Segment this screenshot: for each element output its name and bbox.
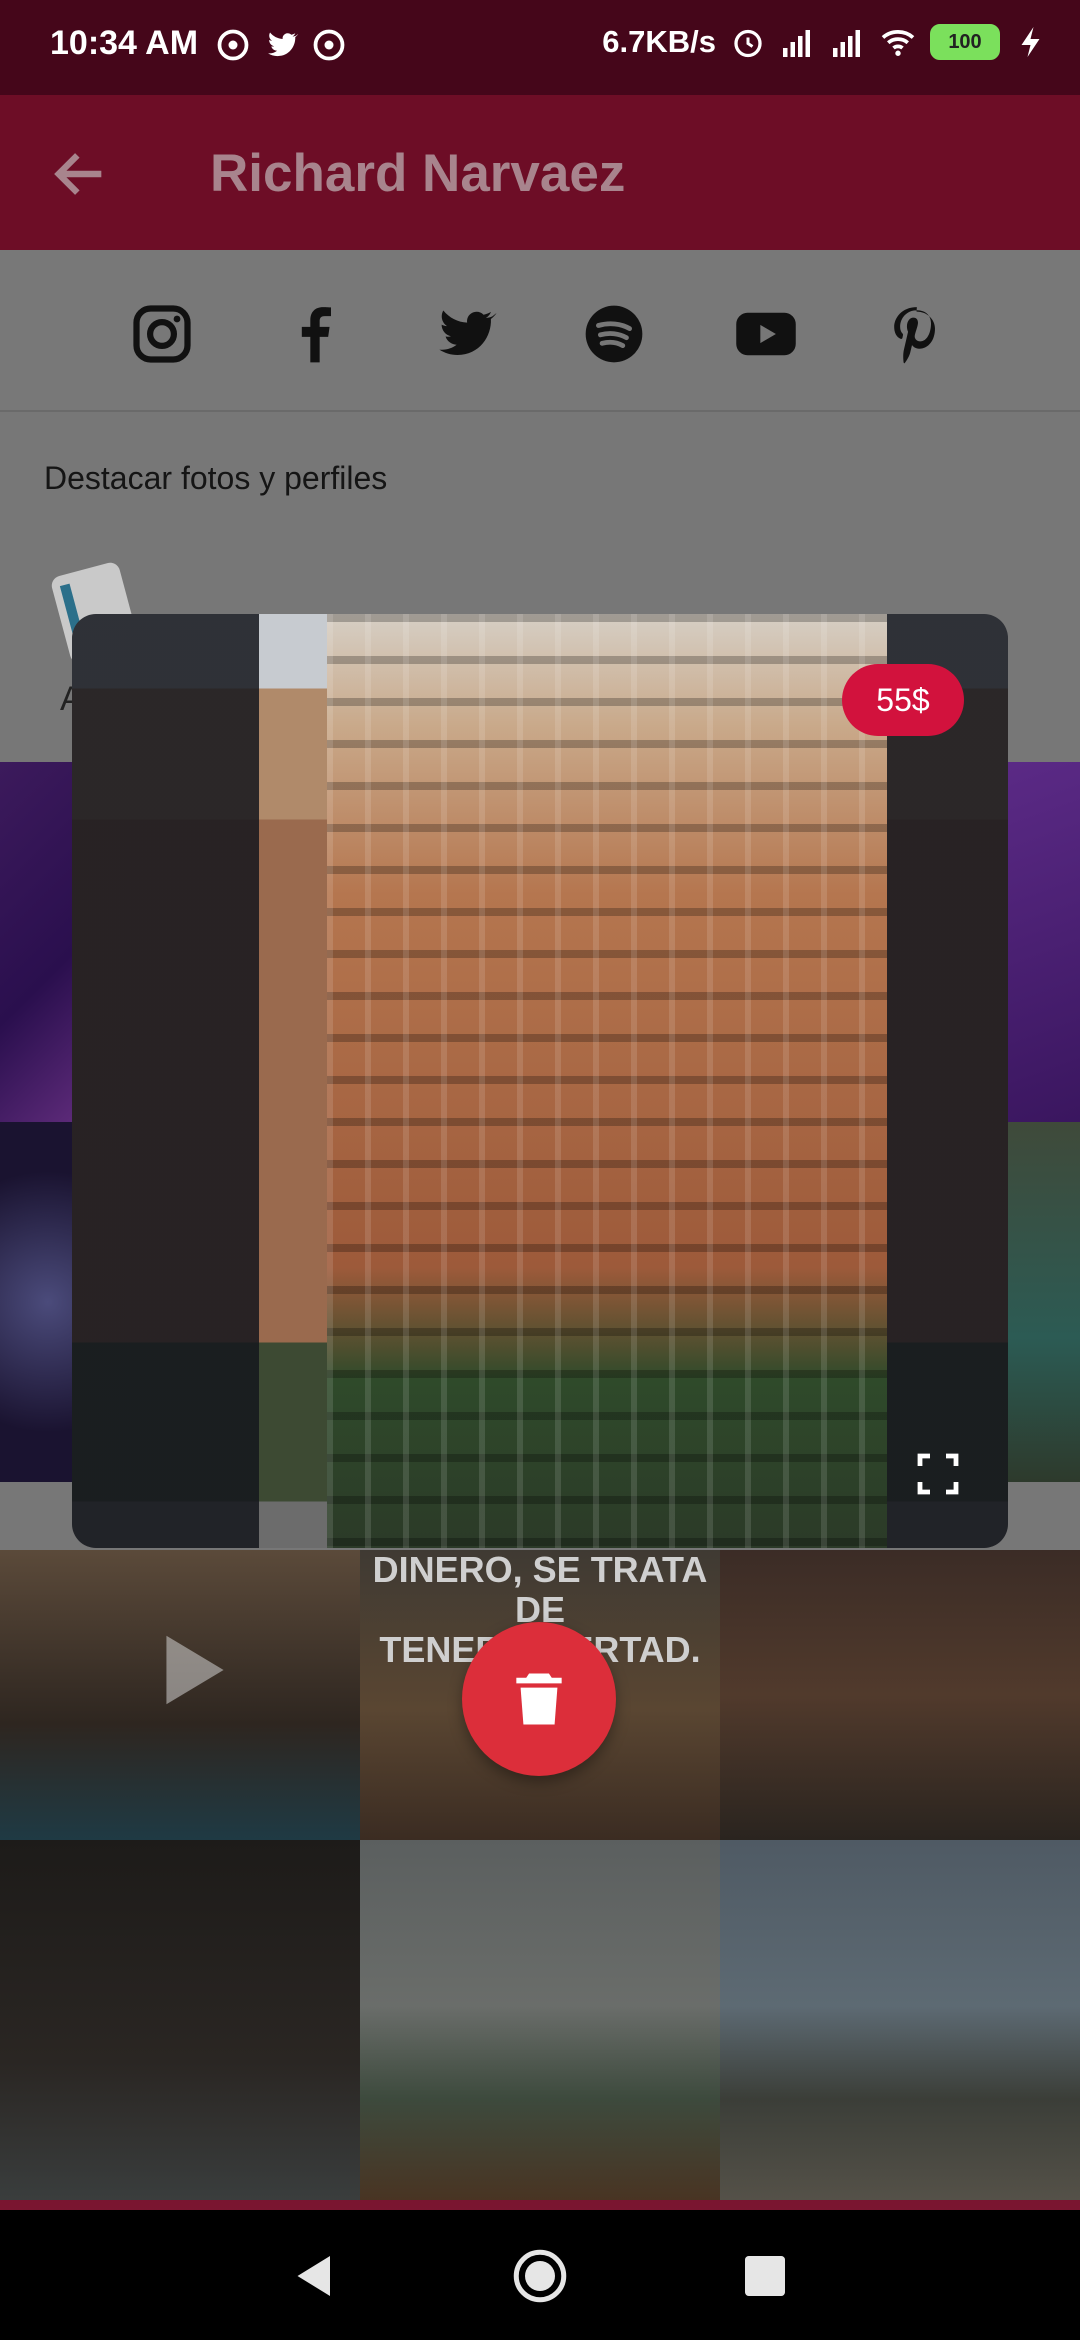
wifi-icon	[881, 30, 915, 56]
back-triangle-icon[interactable]	[285, 2246, 345, 2306]
recents-square-icon[interactable]	[735, 2246, 795, 2306]
pinterest-icon[interactable]	[882, 300, 950, 368]
grid-photo-tile[interactable]	[720, 1550, 1080, 1840]
status-time: 10:34 AM	[50, 24, 199, 62]
instagram-icon[interactable]	[128, 300, 196, 368]
price-badge[interactable]: 55$	[842, 664, 964, 736]
sync-icon	[313, 29, 345, 61]
fullscreen-icon[interactable]	[914, 1450, 962, 1498]
grid-photo-tile[interactable]	[1000, 1122, 1080, 1482]
youtube-icon[interactable]	[730, 300, 802, 368]
back-arrow-icon[interactable]	[48, 142, 112, 206]
building-photo	[327, 614, 887, 1548]
alarm-icon	[734, 29, 762, 58]
status-right-icons: 6.7KB/s 100	[602, 24, 1050, 60]
signal-icon	[783, 30, 810, 57]
grid-photo-tile[interactable]	[720, 1840, 1080, 2210]
home-circle-icon[interactable]	[510, 2246, 570, 2306]
system-nav-bar	[0, 2210, 1080, 2340]
delete-button[interactable]	[462, 1622, 616, 1776]
grid-photo-tile[interactable]	[0, 1122, 80, 1482]
battery-icon: 100	[930, 24, 1000, 60]
spotify-icon[interactable]	[580, 300, 648, 368]
play-icon	[166, 1635, 224, 1705]
charging-icon	[1021, 27, 1040, 57]
status-left-icons	[215, 27, 347, 63]
grid-photo-tile[interactable]	[1000, 762, 1080, 1122]
expanded-photo-card[interactable]: 55$	[72, 614, 1008, 1548]
network-speed: 6.7KB/s	[602, 24, 716, 59]
twitter-icon[interactable]	[430, 300, 498, 368]
section-label: Destacar fotos y perfiles	[44, 460, 388, 496]
grid-photo-tile[interactable]	[0, 1840, 360, 2210]
grid-photo-tile[interactable]	[0, 762, 80, 1122]
trash-icon	[516, 1673, 562, 1725]
social-links-row	[0, 250, 1080, 412]
facebook-icon[interactable]	[280, 300, 348, 368]
signal-icon	[833, 30, 860, 57]
page-title: Richard Narvaez	[210, 144, 626, 203]
sync-icon	[217, 29, 249, 61]
divider	[0, 2200, 1080, 2210]
status-bar: 10:34 AM 6.7KB/s 100	[0, 0, 1080, 95]
app-bar: Richard Narvaez	[0, 95, 1080, 250]
grid-photo-tile[interactable]	[360, 1840, 720, 2210]
twitter-icon	[267, 32, 299, 57]
